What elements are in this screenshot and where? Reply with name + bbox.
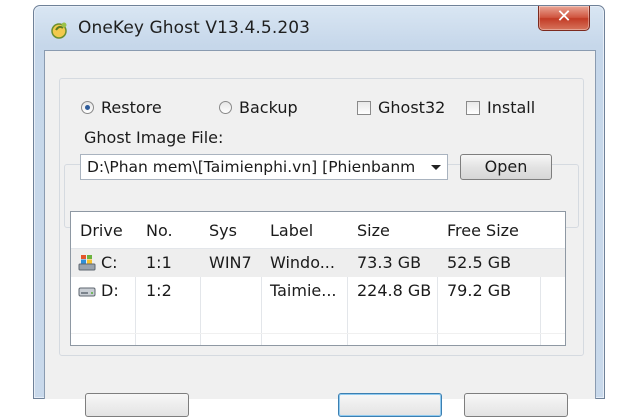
row-drive: C: bbox=[101, 253, 118, 272]
header-free-size[interactable]: Free Size bbox=[447, 221, 519, 240]
table-row[interactable]: C: 1:1 WIN7 Windo... 73.3 GB 52.5 GB bbox=[71, 249, 565, 277]
row-sys: WIN7 bbox=[209, 253, 252, 272]
image-path-value: D:\Phan mem\[Taimienphi.vn] [Phienbanm bbox=[87, 158, 416, 176]
ghost32-checkbox-box[interactable] bbox=[357, 100, 371, 115]
header-size[interactable]: Size bbox=[357, 221, 390, 240]
windows-drive-icon bbox=[78, 255, 96, 271]
restore-radio[interactable]: Restore bbox=[81, 98, 162, 117]
restore-label: Restore bbox=[101, 98, 162, 117]
title-bar[interactable]: OneKey Ghost V13.4.5.203 ✕ bbox=[34, 6, 604, 50]
row-no: 1:1 bbox=[146, 253, 172, 272]
app-window: OneKey Ghost V13.4.5.203 ✕ Restore Backu… bbox=[33, 5, 605, 417]
header-sys[interactable]: Sys bbox=[209, 221, 237, 240]
image-path-combobox[interactable]: D:\Phan mem\[Taimienphi.vn] [Phienbanm bbox=[80, 154, 448, 180]
row-size: 224.8 GB bbox=[357, 281, 432, 300]
restore-radio-dot[interactable] bbox=[81, 101, 94, 114]
open-button[interactable]: Open bbox=[460, 154, 552, 180]
install-checkbox[interactable]: Install bbox=[466, 98, 535, 117]
window-title: OneKey Ghost V13.4.5.203 bbox=[78, 18, 311, 38]
partition-list[interactable]: Drive No. Sys Label Size Free Size C: 1:… bbox=[70, 211, 566, 346]
row-label: Taimie... bbox=[270, 281, 337, 300]
row-drive: D: bbox=[101, 281, 119, 300]
row-free-size: 52.5 GB bbox=[447, 253, 512, 272]
header-drive[interactable]: Drive bbox=[80, 221, 123, 240]
chevron-down-icon[interactable] bbox=[431, 165, 441, 170]
close-button[interactable]: ✕ bbox=[538, 6, 590, 31]
ghost32-checkbox[interactable]: Ghost32 bbox=[357, 98, 445, 117]
header-label[interactable]: Label bbox=[270, 221, 313, 240]
backup-radio[interactable]: Backup bbox=[219, 98, 298, 117]
client-area: Restore Backup Ghost32 Install Ghost Ima… bbox=[44, 50, 596, 417]
row-size: 73.3 GB bbox=[357, 253, 422, 272]
table-row bbox=[71, 305, 565, 334]
hard-drive-icon bbox=[78, 287, 96, 297]
install-label: Install bbox=[487, 98, 536, 117]
ghost-app-icon bbox=[51, 22, 67, 39]
install-checkbox-box[interactable] bbox=[466, 100, 480, 115]
row-no: 1:2 bbox=[146, 281, 172, 300]
table-row[interactable]: D: 1:2 Taimie... 224.8 GB 79.2 GB bbox=[71, 277, 565, 305]
header-no[interactable]: No. bbox=[146, 221, 173, 240]
list-header: Drive No. Sys Label Size Free Size bbox=[71, 212, 565, 249]
ghost-image-file-label: Ghost Image File: bbox=[84, 128, 224, 147]
backup-radio-dot[interactable] bbox=[219, 101, 232, 114]
row-label: Windo... bbox=[270, 253, 335, 272]
backup-label: Backup bbox=[239, 98, 298, 117]
row-free-size: 79.2 GB bbox=[447, 281, 512, 300]
ghost32-label: Ghost32 bbox=[378, 98, 446, 117]
